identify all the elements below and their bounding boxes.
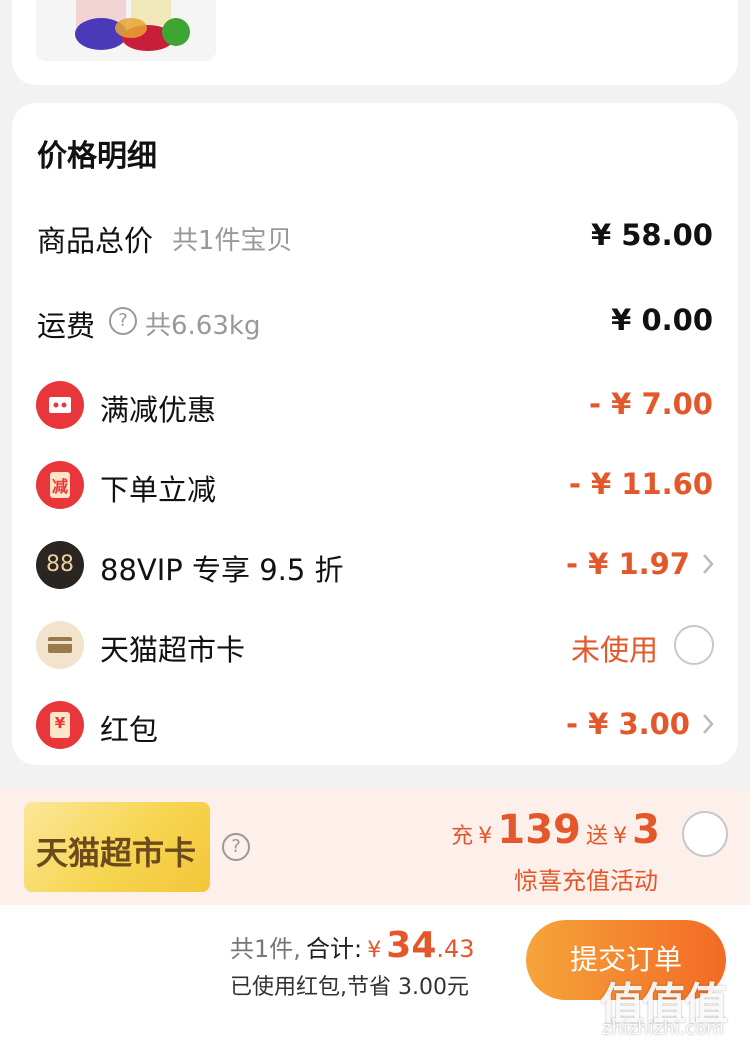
row-label: 红包	[100, 713, 159, 747]
charge-amount: 139	[497, 807, 581, 853]
row-value: ¥ 58.00	[590, 218, 713, 252]
total-integer: 34	[386, 925, 437, 966]
tmall-card-radio[interactable]	[674, 625, 714, 665]
red-packet-icon: ¥	[36, 701, 84, 749]
row-full-reduction: 满减优惠 - ¥ 7.00	[12, 375, 738, 435]
total-label: 合计:	[306, 935, 363, 963]
total-decimal: .43	[436, 935, 475, 963]
row-value: - ¥ 7.00	[589, 387, 713, 421]
row-label: 天猫超市卡	[100, 633, 246, 667]
saved-note: 已使用红包,节省 3.00元	[230, 975, 469, 1000]
gift-label: 送	[585, 824, 608, 849]
discount-icon-text: 减	[51, 477, 68, 496]
price-detail-card: 价格明细 商品总价 共1件宝贝 ¥ 58.00 运费 ? 共6.63kg ¥ 0…	[12, 103, 738, 765]
row-sub: 共1件宝贝	[172, 226, 293, 256]
row-value: - ¥ 11.60	[568, 467, 713, 501]
row-label: 商品总价	[37, 224, 154, 258]
tmall-card-image: 天猫超市卡	[24, 802, 210, 892]
product-image[interactable]	[36, 0, 216, 61]
card-icon	[36, 621, 84, 669]
section-title: 价格明细	[37, 139, 157, 174]
vip-icon-text: 88	[46, 552, 74, 577]
row-value: - ¥ 3.00	[566, 707, 690, 741]
gift-amount: 3	[632, 807, 660, 853]
watermark-url: zhizhizhi.com	[602, 1018, 724, 1039]
row-value: 未使用	[570, 633, 658, 667]
recharge-promo[interactable]: 天猫超市卡 ? 充 ¥ 139 送 ¥ 3 惊喜充值活动	[0, 789, 750, 905]
row-label: 下单立减	[100, 473, 217, 507]
row-sub: 共6.63kg	[145, 311, 261, 341]
product-card	[12, 0, 738, 85]
promo-subtitle: 惊喜充值活动	[514, 867, 658, 895]
help-icon[interactable]: ?	[109, 307, 137, 335]
chevron-right-icon[interactable]	[700, 551, 716, 577]
help-icon[interactable]: ?	[222, 833, 250, 861]
recharge-radio[interactable]	[682, 811, 728, 857]
row-88vip[interactable]: 88 88VIP 专享 9.5 折 - ¥ 1.97	[12, 535, 738, 595]
row-shipping: 运费 ? 共6.63kg ¥ 0.00	[12, 291, 738, 351]
row-value: - ¥ 1.97	[566, 547, 690, 581]
row-label: 88VIP 专享 9.5 折	[100, 553, 344, 587]
red-packet-icon-text: ¥	[54, 714, 66, 732]
row-goods-total: 商品总价 共1件宝贝 ¥ 58.00	[12, 206, 738, 266]
total-yen: ¥	[367, 938, 382, 963]
vip-icon: 88	[36, 541, 84, 589]
discount-icon: 减	[36, 461, 84, 509]
charge-yen: ¥	[478, 824, 493, 849]
chevron-right-icon[interactable]	[700, 711, 716, 737]
row-order-discount: 减 下单立减 - ¥ 11.60	[12, 455, 738, 515]
order-total: 共1件, 合计: ¥ 34.43	[230, 925, 475, 966]
gift-yen: ¥	[613, 824, 628, 849]
charge-label: 充	[451, 824, 474, 849]
row-label: 满减优惠	[100, 393, 217, 427]
coupon-icon	[36, 381, 84, 429]
item-count: 共1件,	[230, 935, 301, 963]
site-watermark: 值值值 zhizhizhi.com	[600, 968, 740, 1048]
card-image-text: 天猫超市卡	[36, 834, 197, 872]
row-red-packet[interactable]: ¥ 红包 - ¥ 3.00	[12, 695, 738, 755]
row-value: ¥ 0.00	[611, 303, 713, 337]
row-label: 运费	[37, 309, 96, 343]
recharge-offer: 充 ¥ 139 送 ¥ 3	[451, 807, 660, 857]
row-tmall-card[interactable]: 天猫超市卡 未使用	[12, 615, 738, 675]
